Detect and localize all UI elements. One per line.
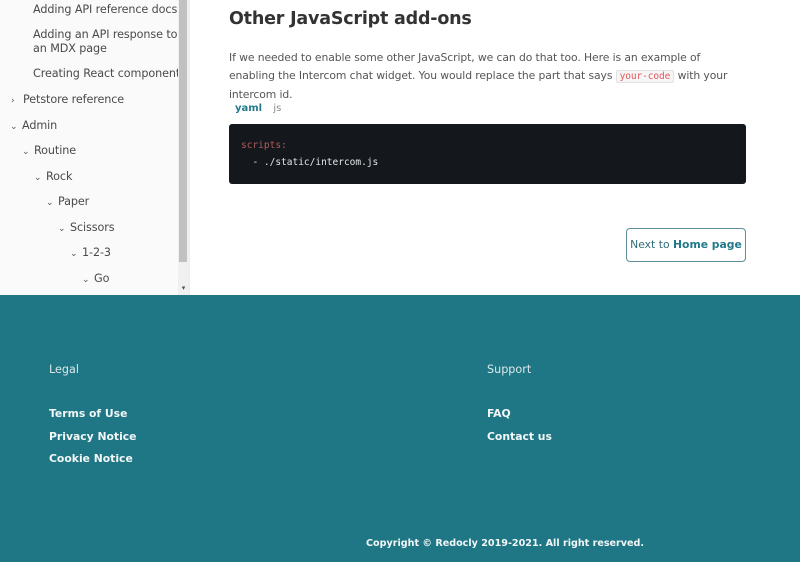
sidebar-item-label: Creating React components [33,67,186,80]
footer-link-faq[interactable]: FAQ [487,407,511,420]
sidebar-item-1-2-3[interactable]: ⌄ 1-2-3 [70,246,111,261]
sidebar-item-routine[interactable]: ⌄ Routine [22,144,76,159]
section-heading: Other JavaScript add-ons [229,9,472,29]
scroll-down-arrow-icon[interactable]: ▾ [178,283,189,293]
sidebar-item-label: Routine [34,144,76,157]
code-tabs: yaml js [235,103,289,114]
footer-link-privacy[interactable]: Privacy Notice [49,430,137,443]
sidebar: Adding API reference docs Adding an API … [0,0,190,295]
tab-yaml[interactable]: yaml [235,103,262,114]
chevron-right-icon: › [11,96,15,106]
footer-legal-title: Legal [49,363,79,376]
sidebar-item-label: Adding API reference docs [33,3,178,16]
footer-link-terms[interactable]: Terms of Use [49,407,127,420]
sidebar-item-label: an MDX page [33,42,107,55]
inline-code: your-code [615,70,675,83]
chevron-down-icon: ⌄ [10,122,18,132]
sidebar-item-label: Rock [46,170,73,183]
chevron-down-icon: ⌄ [58,224,66,234]
sidebar-item-adding-api-reference-docs[interactable]: Adding API reference docs [33,3,177,17]
code-line: - ./static/intercom.js [241,157,379,168]
section-paragraph: If we needed to enable some other JavaSc… [229,49,749,104]
sidebar-item-label: Admin [22,119,58,132]
next-prefix: Next to [630,238,673,251]
sidebar-item-label: Go [94,272,110,285]
footer-support-title: Support [487,363,532,376]
chevron-down-icon: ⌄ [82,275,90,285]
sidebar-item-label: 1-2-3 [82,246,111,259]
sidebar-item-petstore-reference[interactable]: › Petstore reference [11,93,124,108]
chevron-down-icon: ⌄ [22,147,30,157]
sidebar-item-creating-react-components[interactable]: Creating React components [33,67,186,81]
sidebar-item-admin[interactable]: ⌄ Admin [10,119,57,134]
sidebar-item-label: Scissors [70,221,115,234]
sidebar-item-label: Paper [58,195,90,208]
sidebar-scrollbar[interactable]: ▾ [178,0,189,295]
code-block: scripts: - ./static/intercom.js [229,124,746,184]
footer: Legal Terms of Use Privacy Notice Cookie… [0,295,800,562]
next-target: Home page [673,238,742,251]
chevron-down-icon: ⌄ [46,198,54,208]
sidebar-item-label: Adding an API response to [33,28,178,41]
sidebar-item-rock[interactable]: ⌄ Rock [34,170,72,185]
copyright-text: Copyright © Redocly 2019-2021. All right… [366,538,645,549]
sidebar-item-go[interactable]: ⌄ Go [82,272,109,287]
chevron-down-icon: ⌄ [34,173,42,183]
scrollbar-thumb[interactable] [179,0,187,262]
sidebar-item-paper[interactable]: ⌄ Paper [46,195,89,210]
next-page-button[interactable]: Next to Home page [626,228,746,262]
chevron-down-icon: ⌄ [70,249,78,259]
sidebar-item-label: Petstore reference [23,93,125,106]
code-line: scripts: [241,140,287,151]
sidebar-item-adding-api-response-cont[interactable]: an MDX page [33,42,107,56]
sidebar-item-adding-api-response[interactable]: Adding an API response to [33,28,177,42]
footer-link-contact[interactable]: Contact us [487,430,552,443]
footer-link-cookie[interactable]: Cookie Notice [49,452,133,465]
tab-js[interactable]: js [273,103,281,114]
sidebar-item-scissors[interactable]: ⌄ Scissors [58,221,115,236]
